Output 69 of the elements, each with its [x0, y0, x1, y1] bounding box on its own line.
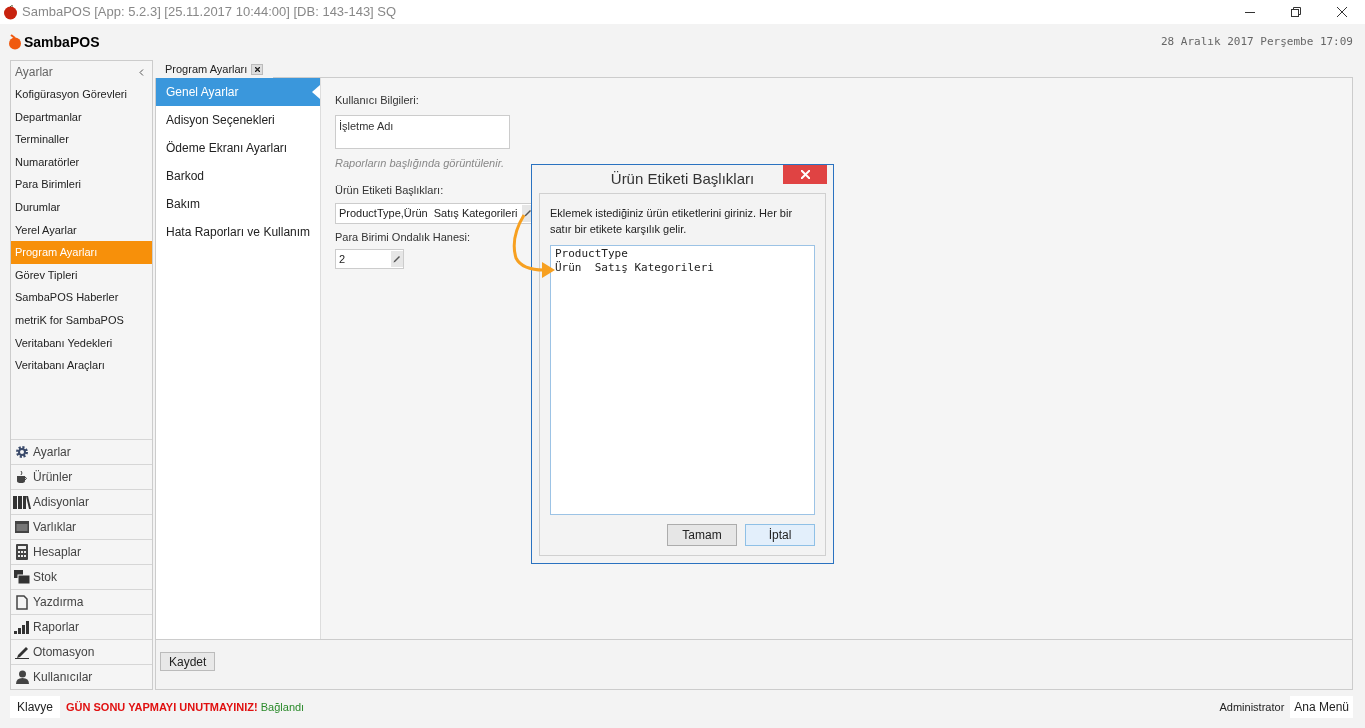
decimal-places-field[interactable]: 2 — [335, 249, 404, 269]
nav-button[interactable]: Ürünler — [11, 464, 152, 489]
user-name: Administrator — [1219, 699, 1285, 715]
close-button[interactable] — [783, 165, 827, 184]
person-icon — [15, 670, 29, 684]
nav-button[interactable]: Hesaplar — [11, 539, 152, 564]
calculator-icon — [16, 544, 28, 560]
sidebar-item[interactable]: Görev Tipleri — [11, 263, 152, 287]
cup-icon — [16, 470, 28, 484]
settings-nav-item[interactable]: Bakım — [156, 190, 320, 218]
nav-button[interactable]: Otomasyon — [11, 639, 152, 664]
document-icon — [16, 594, 28, 610]
instruction-text: Eklemek istediğiniz ürün etiketlerini giriniz. Her bir satır bir etikete karşılık gelir. — [550, 206, 794, 237]
sidebar-item[interactable]: Durumlar — [11, 195, 152, 219]
settings-nav-item[interactable]: Barkod — [156, 162, 320, 190]
business-name-field[interactable]: İşletme Adı — [335, 114, 510, 149]
box-icon — [15, 521, 29, 533]
sidebar-item[interactable]: Departmanlar — [11, 105, 152, 129]
pencil-icon — [524, 209, 532, 217]
nav-button[interactable]: Yazdırma — [11, 589, 152, 614]
hint-text: Raporların başlığında görüntülenir. — [335, 155, 504, 171]
sidebar-item[interactable]: Para Birimleri — [11, 173, 152, 196]
pen-icon — [15, 645, 29, 659]
field-label: Para Birimi Ondalık Hanesi: — [335, 229, 471, 245]
settings-nav-item[interactable]: Hata Raporları ve Kullanım — [156, 218, 320, 246]
bar-chart-icon — [14, 620, 30, 634]
close-icon[interactable] — [251, 63, 264, 75]
app-logo: SambaPOS — [24, 32, 100, 52]
nav-button[interactable]: Ayarlar — [11, 439, 152, 464]
warning-text: GÜN SONU YAPMAYI UNUTMAYINIZ! — [66, 699, 258, 715]
apple-icon — [8, 34, 22, 50]
nav-button[interactable]: Stok — [11, 564, 152, 589]
sidebar-item[interactable]: metriK for SambaPOS — [11, 308, 152, 332]
dialog-button[interactable]: İptal — [745, 524, 815, 546]
field-label: Ürün Etiketi Başlıkları: — [335, 183, 444, 198]
books-icon — [13, 495, 31, 509]
dialog-button[interactable]: Tamam — [667, 524, 737, 546]
nav-button[interactable]: Kullanıcılar — [11, 664, 152, 689]
sidebar-title: Ayarlar — [15, 64, 53, 81]
settings-nav-item[interactable]: Adisyon Seçenekleri — [156, 106, 320, 134]
nav-button[interactable]: Varlıklar — [11, 514, 152, 539]
sidebar-item[interactable]: Veritabanı Araçları — [11, 354, 152, 377]
nav-button[interactable]: Raporlar — [11, 614, 152, 639]
close-icon — [800, 170, 810, 179]
keyboard-button[interactable]: Klavye — [10, 696, 61, 718]
tags-text-area[interactable]: ProductType Ürün Satış Kategorileri — [550, 245, 815, 515]
window-title: SambaPOS [App: 5.2.3] [25.11.2017 10:44:00] [DB: 143-143] SQ — [22, 3, 397, 22]
sidebar-item[interactable]: Veritabanı Yedekleri — [11, 331, 152, 355]
stacked-squares-icon — [14, 570, 30, 584]
sidebar-item[interactable]: Yerel Ayarlar — [11, 218, 152, 242]
close-icon — [1337, 7, 1347, 17]
chevron-left-icon[interactable] — [139, 68, 144, 76]
dialog-title: Ürün Etiketi Başlıkları — [610, 168, 755, 189]
pencil-icon — [393, 255, 401, 263]
minimize-icon — [1245, 11, 1255, 13]
nav-button[interactable]: Adisyonlar — [11, 489, 152, 514]
save-button[interactable]: Kaydet — [160, 652, 216, 671]
restore-icon — [1291, 7, 1301, 17]
sidebar-item[interactable]: Numaratörler — [11, 150, 152, 174]
date-time: 28 Aralık 2017 Perşembe 17:09 — [1160, 33, 1353, 50]
settings-nav-item[interactable]: Ödeme Ekranı Ayarları — [156, 134, 320, 162]
main-menu-button[interactable]: Ana Menü — [1290, 696, 1353, 718]
connection-status: Bağlandı — [260, 699, 305, 715]
field-label: Kullanıcı Bilgileri: — [335, 93, 419, 108]
sidebar-item[interactable]: Terminaller — [11, 128, 152, 151]
sidebar-item[interactable]: SambaPOS Haberler — [11, 286, 152, 309]
sidebar-item[interactable]: Kofigürasyon Görevleri — [11, 83, 152, 106]
gear-icon — [15, 445, 29, 459]
apple-icon — [3, 4, 18, 20]
